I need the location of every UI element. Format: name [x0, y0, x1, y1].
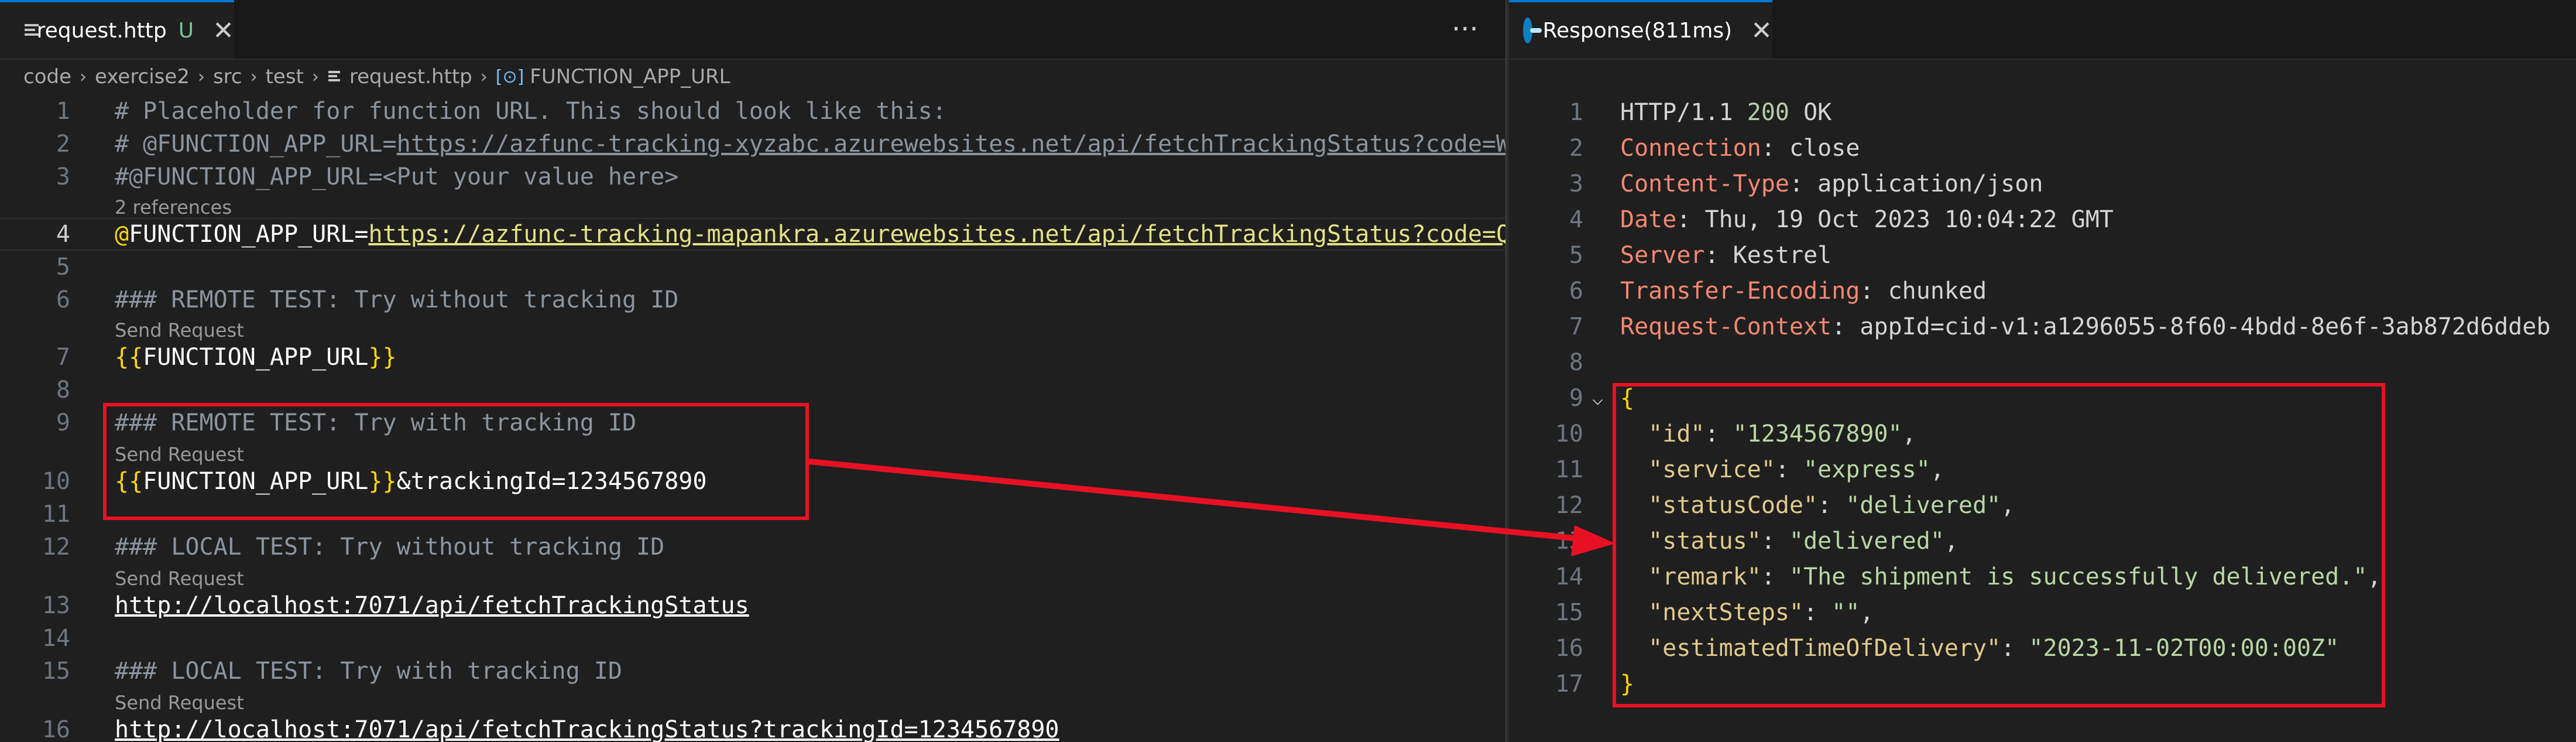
breadcrumb-item[interactable]: exercise2: [95, 65, 190, 88]
codelens-send-request[interactable]: Send Request: [115, 567, 244, 590]
tab-request-http[interactable]: request.http U ✕: [0, 0, 234, 59]
request-code-editor[interactable]: 1 # Placeholder for function URL. This sh…: [0, 95, 1505, 742]
code-link[interactable]: http://localhost:7071/api/fetchTrackingS…: [115, 713, 1059, 742]
breadcrumb-item[interactable]: test: [266, 65, 304, 88]
file-lines-icon: [327, 69, 342, 84]
response-pane: Response(811ms) ✕ 1 HTTP/1.1 200 OK 2 Conn…: [1509, 0, 2576, 742]
git-untracked-badge: U: [178, 18, 194, 43]
tab-response[interactable]: Response(811ms) ✕: [1509, 0, 1772, 59]
code-link[interactable]: https://azfunc-tracking-mapankra.azurewe…: [369, 221, 1506, 248]
right-tab-bar: Response(811ms) ✕: [1509, 0, 2576, 60]
code-link[interactable]: https://azfunc-tracking-xyzabc.azurewebs…: [397, 131, 1505, 158]
codelens-send-request[interactable]: Send Request: [115, 691, 244, 714]
response-highlight-box: [1613, 383, 2385, 707]
rest-client-icon: [1523, 18, 1542, 43]
file-lines-icon: [23, 22, 39, 39]
fold-chevron-icon[interactable]: ⌵: [1592, 381, 1603, 416]
codelens-references[interactable]: 2 references: [115, 196, 232, 219]
symbol-variable-icon: [⊙]: [495, 66, 524, 87]
code-link[interactable]: http://localhost:7071/api/fetchTrackingS…: [115, 589, 749, 622]
chevron-right-icon: ›: [197, 66, 205, 87]
request-editor-pane: request.http U ✕ ··· code › exercise2 › sr…: [0, 0, 1505, 742]
close-tab-icon[interactable]: ✕: [1751, 16, 1772, 46]
tab-response-title: Response(811ms): [1542, 18, 1733, 43]
chevron-right-icon: ›: [250, 66, 258, 87]
breadcrumb-item[interactable]: code: [23, 65, 71, 88]
chevron-right-icon: ›: [80, 66, 87, 87]
tab-filename: request.http: [36, 18, 167, 43]
breadcrumb: code › exercise2 › src › test › request.http…: [0, 59, 1505, 95]
codelens-send-request[interactable]: Send Request: [115, 319, 244, 342]
response-viewer[interactable]: 1 HTTP/1.1 200 OK 2 Connection: close 3 Con…: [1509, 95, 2576, 742]
left-tab-bar: request.http U ✕ ···: [0, 0, 1505, 60]
breadcrumb-item[interactable]: src: [213, 65, 242, 88]
request-highlight-box: [103, 403, 809, 520]
breadcrumb-item[interactable]: FUNCTION_APP_URL: [530, 65, 730, 88]
chevron-right-icon: ›: [480, 66, 488, 87]
chevron-right-icon: ›: [311, 66, 319, 87]
more-actions-icon[interactable]: ···: [1452, 11, 1479, 48]
close-tab-icon[interactable]: ✕: [212, 16, 234, 46]
breadcrumb-item[interactable]: request.http: [349, 65, 472, 88]
